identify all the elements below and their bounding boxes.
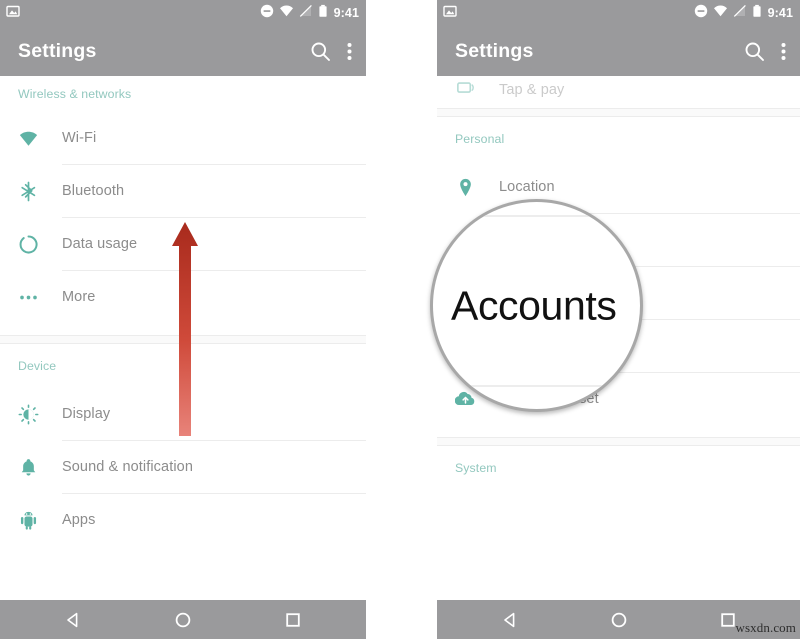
wifi-icon	[713, 4, 728, 23]
toolbar-right: Settings	[437, 26, 800, 76]
bell-icon	[18, 457, 62, 478]
screenshot-root: 9:41 Settings Wireless & networks Wi-Fi …	[0, 0, 800, 639]
no-sim-signal-icon	[299, 4, 313, 23]
overflow-menu-icon[interactable]	[781, 41, 786, 62]
section-gap	[437, 108, 800, 117]
settings-row-label: Sound & notification	[62, 459, 193, 475]
page-title: Settings	[18, 39, 97, 62]
status-bar-icons-left: 9:41	[260, 4, 359, 23]
magnified-label-accounts: Accounts	[451, 282, 617, 328]
section-header-personal: Personal	[455, 132, 505, 146]
settings-row-label: Display	[62, 406, 111, 422]
section-gap	[437, 437, 800, 446]
recents-square-icon[interactable]	[284, 611, 302, 629]
status-bar-icons-right: 9:41	[694, 4, 793, 23]
navigation-bar-left	[0, 600, 366, 639]
settings-row-label: Wi-Fi	[62, 130, 97, 146]
section-gap	[0, 335, 366, 344]
toolbar-left: Settings	[0, 26, 366, 76]
settings-row-tap-and-pay[interactable]: Tap & pay	[437, 76, 800, 98]
magnifier-callout: Accounts	[430, 199, 643, 412]
tap-and-pay-icon	[455, 77, 499, 98]
page-title: Settings	[455, 39, 534, 62]
magnified-divider-top	[433, 215, 640, 217]
settings-row-location[interactable]: Location	[437, 161, 800, 213]
battery-icon	[318, 4, 328, 23]
more-dots-icon	[18, 287, 62, 308]
display-brightness-icon	[18, 404, 62, 425]
phone-screen-left: 9:41 Settings Wireless & networks Wi-Fi …	[0, 0, 366, 639]
settings-row-more[interactable]: More	[0, 271, 366, 323]
settings-row-data-usage[interactable]: Data usage	[0, 218, 366, 270]
search-icon[interactable]	[744, 41, 765, 62]
search-icon[interactable]	[310, 41, 331, 62]
settings-row-label: Bluetooth	[62, 183, 125, 199]
image-icon	[443, 4, 457, 23]
settings-row-wifi[interactable]: Wi-Fi	[0, 112, 366, 164]
settings-row-label: Location	[499, 179, 555, 195]
wifi-icon	[18, 128, 62, 149]
settings-row-label: Apps	[62, 512, 96, 528]
status-bar-left: 9:41	[0, 0, 366, 26]
overflow-menu-icon[interactable]	[347, 41, 352, 62]
settings-row-apps[interactable]: Apps	[0, 494, 366, 546]
do-not-disturb-icon	[694, 4, 708, 23]
recents-square-icon[interactable]	[719, 611, 737, 629]
status-bar-clock: 9:41	[767, 6, 793, 20]
android-robot-icon	[18, 510, 62, 531]
section-header-wireless: Wireless & networks	[18, 87, 132, 101]
do-not-disturb-icon	[260, 4, 274, 23]
settings-row-display[interactable]: Display	[0, 388, 366, 440]
home-circle-icon[interactable]	[610, 611, 628, 629]
status-bar-notifications	[443, 4, 457, 23]
settings-row-label: Data usage	[62, 236, 138, 252]
settings-row-sound[interactable]: Sound & notification	[0, 441, 366, 493]
section-header-system: System	[455, 461, 497, 475]
wifi-icon	[279, 4, 294, 23]
bluetooth-icon	[18, 181, 62, 202]
section-header-device: Device	[18, 359, 57, 373]
no-sim-signal-icon	[733, 4, 747, 23]
location-pin-icon	[455, 177, 499, 198]
status-bar-clock: 9:41	[333, 6, 359, 20]
status-bar-right: 9:41	[437, 0, 800, 26]
home-circle-icon[interactable]	[174, 611, 192, 629]
settings-row-label: Tap & pay	[499, 82, 565, 98]
watermark: wsxdn.com	[735, 620, 796, 635]
battery-icon	[752, 4, 762, 23]
status-bar-notifications	[6, 4, 20, 23]
back-triangle-icon[interactable]	[501, 611, 519, 629]
data-usage-icon	[18, 234, 62, 255]
back-triangle-icon[interactable]	[64, 611, 82, 629]
image-icon	[6, 4, 20, 23]
settings-list-left[interactable]: Wireless & networks Wi-Fi Bluetooth Data…	[0, 76, 366, 600]
settings-row-label: More	[62, 289, 96, 305]
settings-row-bluetooth[interactable]: Bluetooth	[0, 165, 366, 217]
magnified-divider-bottom	[433, 385, 640, 387]
